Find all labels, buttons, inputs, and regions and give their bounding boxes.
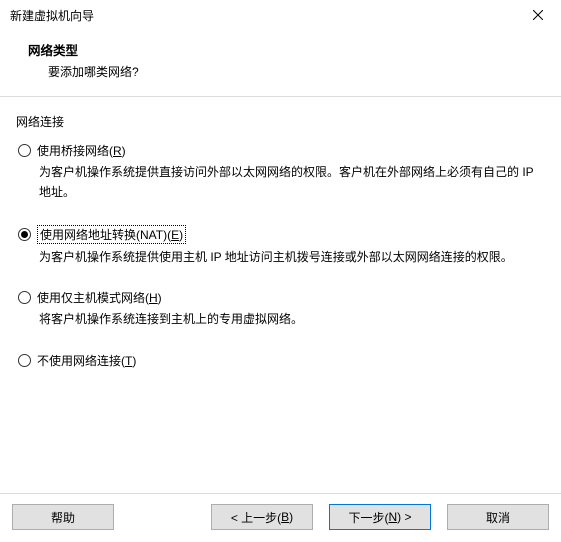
option-nat-label[interactable]: 使用网络地址转换(NAT)(E) — [37, 225, 186, 244]
option-none-label[interactable]: 不使用网络连接(T) — [37, 352, 136, 369]
radio-bridged[interactable] — [18, 144, 31, 157]
window-title: 新建虚拟机向导 — [10, 7, 94, 24]
nav-buttons: < 上一步(B) 下一步(N) > 取消 — [211, 504, 549, 530]
option-hostonly-desc: 将客户机操作系统连接到主机上的专用虚拟网络。 — [39, 310, 545, 330]
option-hostonly-label[interactable]: 使用仅主机模式网络(H) — [37, 289, 162, 306]
content-area: 网络连接 使用桥接网络(R) 为客户机操作系统提供直接访问外部以太网网络的权限。… — [0, 97, 561, 493]
close-button[interactable] — [515, 0, 561, 30]
network-options: 使用桥接网络(R) 为客户机操作系统提供直接访问外部以太网网络的权限。客户机在外… — [16, 142, 545, 369]
option-nat: 使用网络地址转换(NAT)(E) 为客户机操作系统提供使用主机 IP 地址访问主… — [18, 225, 545, 268]
option-none: 不使用网络连接(T) — [18, 352, 545, 369]
page-title: 网络类型 — [28, 40, 541, 59]
option-hostonly-row[interactable]: 使用仅主机模式网络(H) — [18, 289, 545, 306]
back-button[interactable]: < 上一步(B) — [211, 504, 313, 530]
option-bridged-row[interactable]: 使用桥接网络(R) — [18, 142, 545, 159]
help-button[interactable]: 帮助 — [12, 504, 114, 530]
option-nat-desc: 为客户机操作系统提供使用主机 IP 地址访问主机拨号连接或外部以太网网络连接的权… — [39, 248, 545, 268]
next-button[interactable]: 下一步(N) > — [329, 504, 431, 530]
option-none-row[interactable]: 不使用网络连接(T) — [18, 352, 545, 369]
radio-nat[interactable] — [18, 228, 31, 241]
titlebar: 新建虚拟机向导 — [0, 0, 561, 30]
wizard-footer: 帮助 < 上一步(B) 下一步(N) > 取消 — [0, 493, 561, 542]
option-bridged: 使用桥接网络(R) 为客户机操作系统提供直接访问外部以太网网络的权限。客户机在外… — [18, 142, 545, 203]
close-icon — [533, 10, 543, 20]
radio-hostonly[interactable] — [18, 291, 31, 304]
page-subtitle: 要添加哪类网络? — [48, 63, 541, 80]
wizard-header: 网络类型 要添加哪类网络? — [0, 30, 561, 97]
option-bridged-desc: 为客户机操作系统提供直接访问外部以太网网络的权限。客户机在外部网络上必须有自己的… — [39, 163, 545, 203]
cancel-button[interactable]: 取消 — [447, 504, 549, 530]
radio-none[interactable] — [18, 354, 31, 367]
option-nat-row[interactable]: 使用网络地址转换(NAT)(E) — [18, 225, 545, 244]
option-hostonly: 使用仅主机模式网络(H) 将客户机操作系统连接到主机上的专用虚拟网络。 — [18, 289, 545, 330]
group-label: 网络连接 — [16, 113, 545, 130]
option-bridged-label[interactable]: 使用桥接网络(R) — [37, 142, 126, 159]
